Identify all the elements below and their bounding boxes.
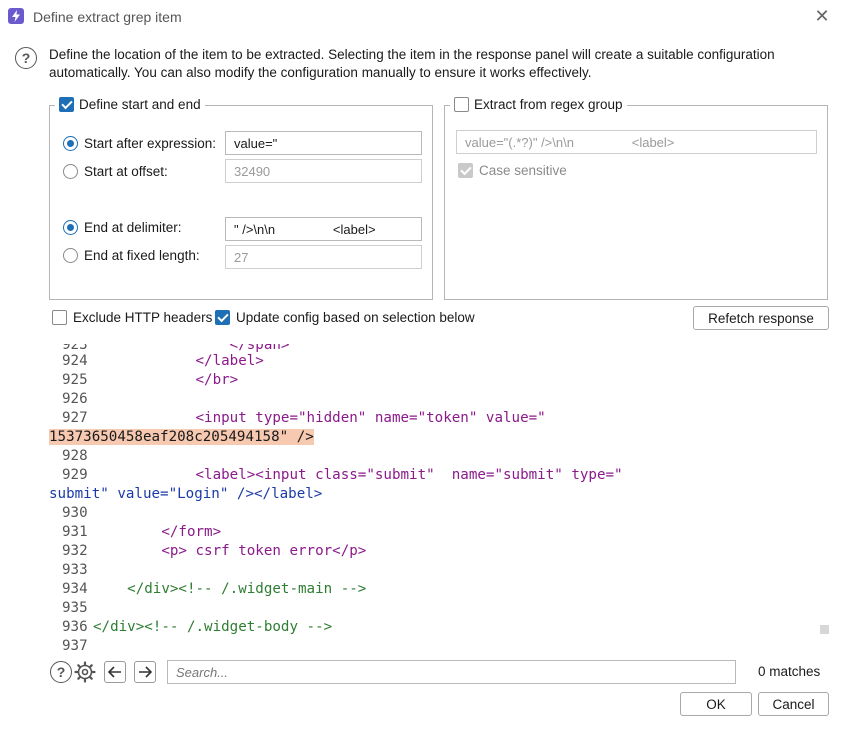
- end-at-delimiter-radio[interactable]: [63, 220, 78, 235]
- window-title: Define extract grep item: [33, 9, 182, 25]
- start-at-offset-option[interactable]: Start at offset:: [63, 164, 168, 179]
- code-line: 927 <input type="hidden" name="token" va…: [62, 410, 546, 426]
- regex-group-legend: Extract from regex group: [450, 97, 627, 112]
- next-arrow-icon[interactable]: [134, 661, 156, 683]
- code-line: 932 <p> csrf token error</p>: [62, 543, 367, 559]
- code-line: 934 </div><!-- /.widget-main -->: [62, 581, 367, 597]
- regex-input[interactable]: value="(.*?)" />\n\n <label>: [456, 130, 817, 154]
- code-line: 924 </label>: [62, 353, 264, 369]
- start-at-offset-label: Start at offset:: [84, 164, 168, 179]
- start-after-expression-input[interactable]: value=": [225, 131, 422, 155]
- app-lightning-icon: [8, 8, 24, 24]
- case-sensitive-option[interactable]: Case sensitive: [458, 163, 567, 178]
- code-line: 933: [62, 562, 88, 578]
- code-line: 928: [62, 448, 88, 464]
- code-line: 925 </br>: [62, 372, 239, 388]
- end-at-delimiter-input[interactable]: " />\n\n <label>: [225, 217, 422, 241]
- description-text: Define the location of the item to be ex…: [49, 47, 775, 80]
- end-at-delimiter-option[interactable]: End at delimiter:: [63, 220, 182, 235]
- code-line: 929 <label><input class="submit" name="s…: [62, 467, 623, 483]
- gear-icon[interactable]: [74, 661, 96, 683]
- exclude-headers-label: Exclude HTTP headers: [73, 310, 213, 325]
- exclude-headers-checkbox[interactable]: [52, 310, 67, 325]
- update-config-option[interactable]: Update config based on selection below: [215, 310, 475, 325]
- update-config-label: Update config based on selection below: [236, 310, 475, 325]
- ok-button[interactable]: OK: [680, 692, 752, 716]
- define-start-end-legend: Define start and end: [55, 97, 205, 112]
- close-icon[interactable]: ✕: [812, 6, 832, 26]
- code-line-highlighted: 15373650458eaf208c205494158" />: [49, 428, 314, 447]
- end-at-fixed-length-input[interactable]: 27: [225, 245, 422, 269]
- code-line: 926: [62, 391, 88, 407]
- end-at-fixed-length-option[interactable]: End at fixed length:: [63, 248, 200, 263]
- end-at-delimiter-label: End at delimiter:: [84, 220, 182, 235]
- regex-group-checkbox[interactable]: [454, 97, 469, 112]
- response-code-panel[interactable]: 923 </span> 924 </label> 925 </br> 926 9…: [49, 344, 829, 656]
- cancel-button[interactable]: Cancel: [758, 692, 829, 716]
- end-at-fixed-length-radio[interactable]: [63, 248, 78, 263]
- refetch-response-button[interactable]: Refetch response: [693, 306, 829, 330]
- code-line: 936 </div><!-- /.widget-body -->: [62, 619, 333, 635]
- code-line: 935: [62, 600, 88, 616]
- match-count: 0 matches: [758, 664, 821, 679]
- case-sensitive-label: Case sensitive: [479, 163, 567, 178]
- start-after-expression-option[interactable]: Start after expression:: [63, 136, 216, 151]
- previous-arrow-icon[interactable]: [104, 661, 126, 683]
- title-bar: Define extract grep item ✕: [0, 0, 844, 34]
- help-icon[interactable]: ?: [15, 47, 37, 69]
- start-at-offset-input[interactable]: 32490: [225, 159, 422, 183]
- code-line: 931 </form>: [62, 524, 222, 540]
- start-after-expression-radio[interactable]: [63, 136, 78, 151]
- selected-token-value[interactable]: 15373650458eaf208c205494158" />: [49, 429, 314, 445]
- define-start-end-label: Define start and end: [79, 97, 201, 112]
- regex-group-label: Extract from regex group: [474, 97, 623, 112]
- scrollbar-thumb[interactable]: [820, 625, 829, 634]
- code-line: 930: [62, 505, 88, 521]
- exclude-headers-option[interactable]: Exclude HTTP headers: [52, 310, 212, 325]
- define-start-end-checkbox[interactable]: [59, 97, 74, 112]
- update-config-checkbox[interactable]: [215, 310, 230, 325]
- code-line: submit" value="Login" /></label>: [49, 486, 323, 502]
- search-input[interactable]: Search...: [167, 660, 736, 684]
- help-icon-footer[interactable]: ?: [50, 661, 72, 683]
- code-line: 937: [62, 638, 88, 654]
- case-sensitive-checkbox[interactable]: [458, 163, 473, 178]
- start-after-expression-label: Start after expression:: [84, 136, 217, 151]
- start-at-offset-radio[interactable]: [63, 164, 78, 179]
- end-at-fixed-length-label: End at fixed length:: [84, 248, 200, 263]
